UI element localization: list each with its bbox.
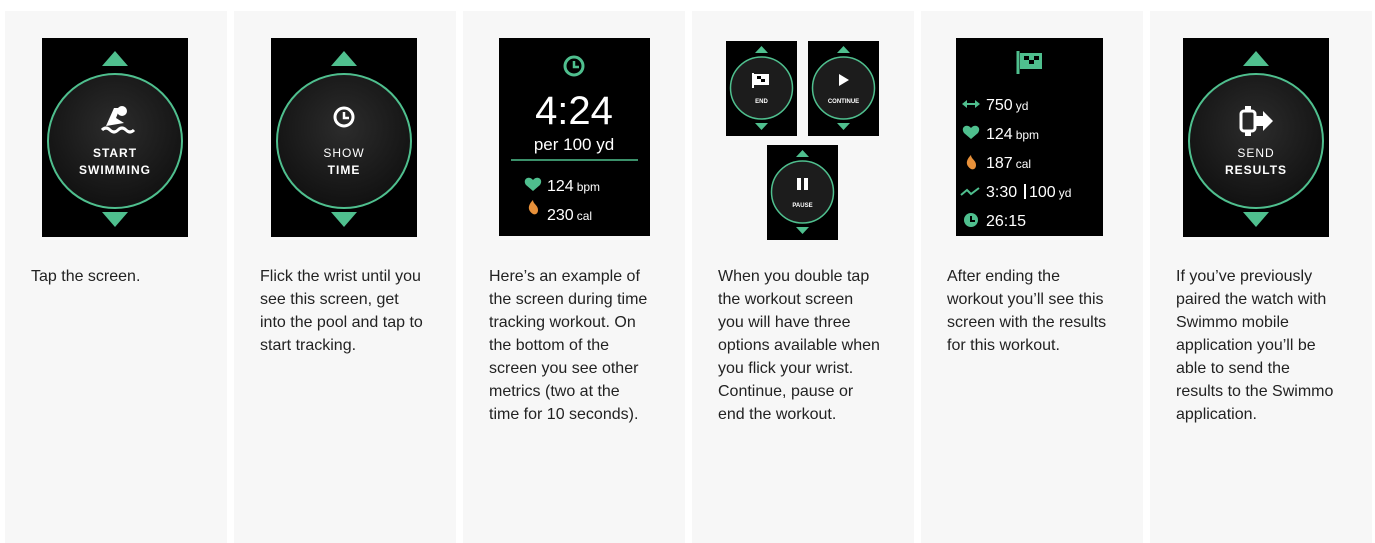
result-value: 187 (986, 155, 1013, 172)
metric-value: 124 (547, 178, 574, 195)
arrow-up-icon[interactable] (796, 150, 809, 157)
pace-icon (960, 187, 980, 196)
arrow-up-icon[interactable] (1243, 51, 1269, 66)
step-5-panel: 750 yd 124 bpm 187 cal 3:30 100 yd 26:15… (921, 11, 1143, 543)
svg-text:124bpm: 124 bpm (986, 126, 1039, 143)
watch-screen-start: START SWIMMING (42, 38, 188, 237)
button-line1: SEND (1237, 146, 1274, 160)
watch-screen-end: END (726, 41, 797, 136)
step-description: Tap the screen. (31, 268, 141, 285)
step-3-panel: 4:24 per 100 yd 124 bpm 230 cal Here’s an … (463, 11, 685, 543)
result-unit: yd (1016, 99, 1029, 113)
result-unit: yd (1059, 186, 1072, 200)
option-label: END (755, 99, 768, 105)
svg-text:750yd: 750 yd (986, 97, 1028, 114)
metric-value: 230 (547, 207, 574, 224)
heart-rate-icon (524, 177, 542, 191)
arrow-down-icon[interactable] (331, 212, 357, 227)
clock-icon (964, 213, 978, 227)
option-label: PAUSE (792, 203, 812, 209)
flame-icon (528, 200, 538, 215)
step-6-panel: SEND RESULTS If you’ve previously paired… (1150, 11, 1372, 543)
arrow-up-icon[interactable] (837, 46, 850, 53)
result-value: 100 (1029, 184, 1056, 201)
continue-button[interactable] (811, 56, 876, 120)
metric-unit: bpm (577, 180, 600, 194)
step-description: Flick the wrist until you see this scree… (260, 268, 423, 354)
button-line1: START (93, 146, 137, 160)
instructions-strip: START SWIMMING Tap the screen. SHOW TIME (0, 0, 1375, 543)
button-line2: TIME (328, 163, 361, 177)
end-button[interactable] (729, 56, 794, 120)
step-description: If you’ve previously paired the watch wi… (1176, 268, 1334, 423)
step-4-panel: END CONTINUE PAUSE When you double tap t… (692, 11, 914, 543)
watch-screen-show-time: SHOW TIME (271, 38, 417, 237)
step-2-panel: SHOW TIME Flick the wrist until you see … (234, 11, 456, 543)
arrow-down-icon[interactable] (755, 123, 768, 130)
checkered-flag-icon (1016, 51, 1042, 74)
arrow-down-icon[interactable] (796, 227, 809, 234)
svg-text:3:30: 3:30 (986, 184, 1017, 201)
result-unit: bpm (1016, 128, 1039, 142)
result-unit: cal (1016, 157, 1031, 171)
arrow-down-icon[interactable] (102, 212, 128, 227)
pace-unit: per 100 yd (534, 135, 614, 154)
show-time-button[interactable] (276, 73, 412, 209)
heart-rate-icon (962, 125, 980, 139)
arrow-down-icon[interactable] (1243, 212, 1269, 227)
metric-unit: cal (577, 209, 592, 223)
button-line2: RESULTS (1225, 163, 1287, 177)
result-value: 3:30 (986, 184, 1017, 201)
watch-screen-send-results: SEND RESULTS (1183, 38, 1329, 237)
step-description: After ending the workout you’ll see this… (947, 268, 1107, 354)
pause-button[interactable] (770, 160, 835, 224)
watch-screen-pause: PAUSE (767, 145, 838, 240)
button-line2: SWIMMING (79, 163, 151, 177)
svg-text:187cal: 187 cal (986, 155, 1031, 172)
svg-text:230cal: 230 cal (547, 207, 592, 224)
result-value: 750 (986, 97, 1013, 114)
step-1-panel: START SWIMMING Tap the screen. (5, 11, 227, 543)
flame-icon (966, 155, 976, 170)
arrow-up-icon[interactable] (331, 51, 357, 66)
result-value: 26:15 (986, 213, 1026, 230)
workout-time: 4:24 (535, 89, 613, 133)
arrow-up-icon[interactable] (755, 46, 768, 53)
result-value: 124 (986, 126, 1013, 143)
watch-screen-workout: 4:24 per 100 yd 124 bpm 230 cal (499, 38, 650, 236)
watch-screen-results: 750 yd 124 bpm 187 cal 3:30 100 yd 26:15 (956, 38, 1103, 236)
arrow-up-icon[interactable] (102, 51, 128, 66)
watch-screen-continue: CONTINUE (808, 41, 879, 136)
step-description: Here’s an example of the screen during t… (489, 268, 648, 423)
start-swimming-button[interactable] (47, 73, 183, 209)
button-line1: SHOW (323, 146, 364, 160)
step-description: When you double tap the workout screen y… (718, 268, 880, 423)
send-results-button[interactable] (1188, 73, 1324, 209)
clock-icon (563, 55, 585, 77)
arrow-down-icon[interactable] (837, 123, 850, 130)
distance-icon (962, 100, 980, 108)
option-label: CONTINUE (828, 99, 859, 105)
svg-text:100yd: 100 yd (1029, 184, 1071, 201)
svg-text:124bpm: 124 bpm (547, 178, 600, 195)
